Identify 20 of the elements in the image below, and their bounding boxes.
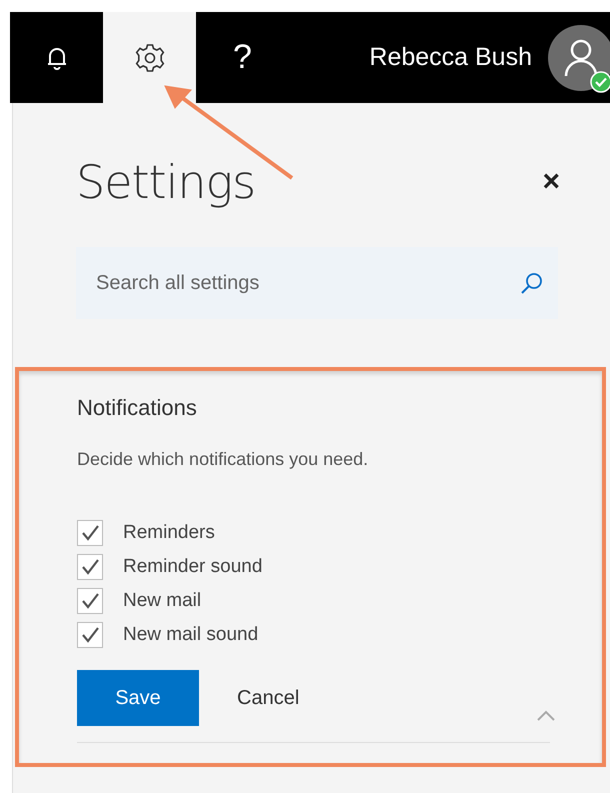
close-button[interactable]: ×: [542, 165, 560, 199]
checkbox[interactable]: [77, 554, 103, 580]
checkbox-label: New mail: [123, 590, 202, 612]
checkbox-label: Reminders: [123, 522, 215, 544]
checkbox[interactable]: [77, 588, 103, 614]
settings-button[interactable]: [103, 12, 196, 103]
person-icon: [563, 38, 599, 78]
search-icon: [520, 271, 544, 295]
settings-icon: [134, 42, 166, 74]
panel-title: Settings: [76, 155, 256, 209]
checkbox[interactable]: [77, 520, 103, 546]
user-name: Rebecca Bush: [369, 43, 532, 72]
section-title: Notifications: [77, 395, 198, 421]
checkbox-label: Reminder sound: [123, 556, 262, 578]
search-field[interactable]: Search all settings: [76, 247, 558, 319]
save-button[interactable]: Save: [77, 670, 199, 726]
checkbox[interactable]: [77, 622, 103, 648]
checkbox-label: New mail sound: [123, 624, 258, 646]
cancel-button[interactable]: Cancel: [231, 686, 306, 710]
section-description: Decide which notifications you need.: [77, 449, 370, 470]
